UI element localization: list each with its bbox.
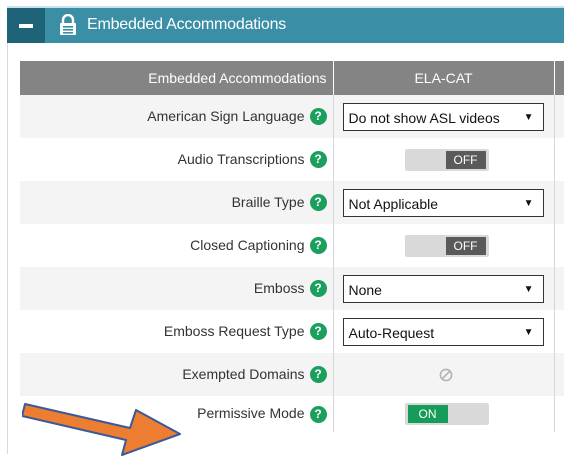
chevron-down-icon: ▼ xyxy=(523,197,534,209)
asl-select[interactable]: Do not show ASL videos ▼ xyxy=(342,102,544,131)
row-label: Emboss Request Type xyxy=(163,322,305,339)
toggle-state: OFF xyxy=(445,236,486,255)
table-row-emboss-request-type: Emboss Request Type? Auto-Request ▼ xyxy=(20,310,564,353)
lock-icon xyxy=(60,14,76,35)
accommodations-table: Embedded Accommodations ELA-CAT American… xyxy=(20,61,564,432)
ban-icon xyxy=(439,368,452,381)
minus-icon xyxy=(19,23,33,28)
row-label: Closed Captioning xyxy=(190,236,305,253)
section-header[interactable]: Embedded Accommodations xyxy=(7,6,564,43)
table-row-american-sign-language: American Sign Language? Do not show ASL … xyxy=(20,95,564,138)
permissive-mode-toggle[interactable]: ON xyxy=(404,403,489,425)
help-icon[interactable]: ? xyxy=(309,405,327,423)
help-icon[interactable]: ? xyxy=(309,108,327,126)
toggle-state: ON xyxy=(407,405,448,423)
chevron-down-icon: ▼ xyxy=(523,326,534,338)
help-icon[interactable]: ? xyxy=(309,194,327,212)
collapse-button[interactable] xyxy=(7,8,45,43)
row-label: Braille Type xyxy=(231,193,305,210)
emboss-request-type-select[interactable]: Auto-Request ▼ xyxy=(342,317,544,346)
row-label: American Sign Language xyxy=(147,107,305,124)
select-value: Do not show ASL videos xyxy=(348,109,500,126)
help-icon[interactable]: ? xyxy=(309,237,327,255)
row-label: Permissive Mode xyxy=(197,405,305,422)
audio-transcriptions-toggle[interactable]: OFF xyxy=(404,148,489,171)
help-icon[interactable]: ? xyxy=(309,280,327,298)
select-value: Not Applicable xyxy=(348,195,439,212)
help-icon[interactable]: ? xyxy=(309,323,327,341)
chevron-down-icon: ▼ xyxy=(523,283,534,295)
table-header-row: Embedded Accommodations ELA-CAT xyxy=(20,61,564,95)
table-row-braille-type: Braille Type? Not Applicable ▼ xyxy=(20,181,564,224)
row-label: Emboss xyxy=(253,279,305,296)
chevron-down-icon: ▼ xyxy=(523,111,534,123)
toggle-state: OFF xyxy=(445,150,486,169)
row-label: Audio Transcriptions xyxy=(177,150,305,167)
select-value: None xyxy=(348,281,382,298)
table-row-emboss: Emboss? None ▼ xyxy=(20,267,564,310)
section-title: Embedded Accommodations xyxy=(87,16,287,33)
arrow-annotation xyxy=(22,403,181,456)
closed-captioning-toggle[interactable]: OFF xyxy=(404,234,489,257)
select-value: Auto-Request xyxy=(348,324,435,341)
table-row-closed-captioning: Closed Captioning? OFF xyxy=(20,224,564,267)
braille-type-select[interactable]: Not Applicable ▼ xyxy=(342,188,544,217)
column-header-ela-cat: ELA-CAT xyxy=(333,61,555,95)
help-icon[interactable]: ? xyxy=(309,151,327,169)
column-header-accommodations: Embedded Accommodations xyxy=(20,61,334,95)
help-icon[interactable]: ? xyxy=(309,366,327,384)
row-label: Exempted Domains xyxy=(182,365,305,382)
emboss-select[interactable]: None ▼ xyxy=(342,274,544,303)
column-header-spacer xyxy=(554,61,564,95)
table-row-audio-transcriptions: Audio Transcriptions? OFF xyxy=(20,138,564,181)
